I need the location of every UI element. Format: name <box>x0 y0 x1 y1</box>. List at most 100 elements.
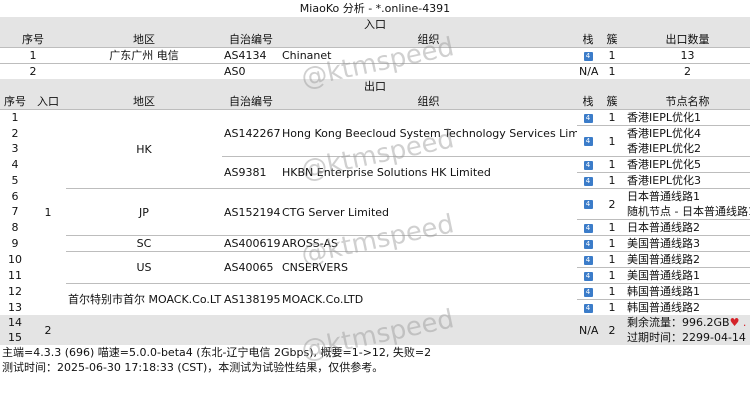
asn-cell: AS400619 <box>222 235 280 252</box>
node-index: 3 <box>11 142 19 156</box>
stack-cell: 4 <box>577 188 599 220</box>
footer-test-time: 测试时间：2025-06-30 17:18:33 (CST)，本测试为试验性结果… <box>2 361 384 374</box>
ipv4-badge-icon: 4 <box>583 255 593 265</box>
asn-cell <box>222 315 280 345</box>
node-name: 美国普通线路2 <box>625 251 750 268</box>
inbound-section-label: 入口 <box>0 17 750 32</box>
org-cell: HKBN Enterprise Solutions HK Limited <box>280 156 577 189</box>
inbound-col-asn: 自治编号 <box>229 33 273 46</box>
stack-cell: 4 <box>577 283 599 300</box>
asn-cell: AS138195 <box>222 283 280 315</box>
node-name: 美国普通线路1 <box>625 267 750 284</box>
ipv4-badge-icon: 4 <box>583 223 593 233</box>
cluster-cell: 1 <box>599 219 625 236</box>
node-name: 随机节点 - 日本普通线路1 <box>627 205 750 218</box>
stack-cell: 4 <box>577 156 599 173</box>
entry-cell: 1 <box>44 206 52 219</box>
outbound-header-row: 序号 入口 地区 自治编号 组织 栈 簇 节点名称 <box>0 94 750 110</box>
node-index: 1 <box>11 111 19 125</box>
node-name: 香港IEPL优化1 <box>627 111 701 124</box>
node-name-text: 剩余流量：996.2GB <box>627 316 730 329</box>
ipv4-badge-icon: 4 <box>583 176 593 186</box>
stack-cell: 4 <box>577 125 599 157</box>
inbound-stack: 4 <box>577 48 599 64</box>
report-page: MiaoKo 分析 - *.online-4391 入口 序号 地区 自治编号 … <box>0 0 750 405</box>
node-index: 6 <box>11 189 19 203</box>
entry-cell: 2 <box>44 323 52 337</box>
org-cell: MOACK.Co.LTD <box>280 283 577 315</box>
outbound-row: 14 2 N/A 2 剩余流量：996.2GB♥ . <box>0 315 750 337</box>
cluster-cell: 1 <box>608 111 616 124</box>
node-index: 4 <box>11 158 19 171</box>
outbound-col-org: 组织 <box>417 95 440 108</box>
asn-cell: AS152194 <box>222 188 280 236</box>
outbound-col-entry: 入口 <box>37 95 59 108</box>
node-index: 13 <box>8 300 22 314</box>
region-cell: 首尔特别市首尔 MOACK.Co.LTD <box>66 283 222 315</box>
ipv4-badge-icon: 4 <box>583 271 593 281</box>
asn-cell: AS9381 <box>222 156 280 189</box>
node-name: 过期时间：2299-04-14 <box>627 331 746 344</box>
cluster-cell: 1 <box>599 251 625 268</box>
inbound-org: Chinanet <box>282 49 332 62</box>
ipv4-badge-icon: 4 <box>583 287 593 297</box>
node-name: 香港IEPL优化3 <box>625 172 750 189</box>
node-index: 2 <box>11 126 19 140</box>
region-cell: JP <box>66 188 222 236</box>
node-index: 14 <box>8 316 22 329</box>
node-name: 香港IEPL优化4 <box>625 125 750 141</box>
cluster-cell: 2 <box>599 188 625 220</box>
inbound-col-org: 组织 <box>417 33 440 46</box>
inbound-region <box>66 64 222 80</box>
node-name: 日本普通线路2 <box>625 219 750 236</box>
node-index: 10 <box>8 253 22 266</box>
inbound-col-cluster: 簇 <box>606 33 618 46</box>
inbound-org <box>280 64 577 80</box>
inbound-index: 1 <box>29 49 37 62</box>
outbound-col-node-name: 节点名称 <box>665 95 710 108</box>
ipv4-badge-icon: 4 <box>583 137 593 146</box>
outbound-table: 序号 入口 地区 自治编号 组织 栈 簇 节点名称 1 1 HK AS14226… <box>0 94 750 345</box>
outbound-row: 1 1 HK AS142267 Hong Kong Beecloud Syste… <box>0 110 750 219</box>
outbound-row: 6 JP AS152194 CTG Server Limited 4 2 日本普… <box>0 188 750 236</box>
node-name: 日本普通线路1 <box>625 188 750 204</box>
node-name: 剩余流量：996.2GB♥ . <box>625 315 750 330</box>
outbound-row: 9 SC AS400619 AROSS-AS 4 1 美国普通线路3 <box>0 235 750 252</box>
node-index: 15 <box>8 331 22 344</box>
node-index: 9 <box>11 237 19 250</box>
inbound-asn: AS4134 <box>224 49 267 62</box>
outbound-section-label: 出口 <box>0 79 750 94</box>
outbound-col-index: 序号 <box>4 95 26 108</box>
ipv4-badge-icon: 4 <box>583 303 593 313</box>
cluster-cell: 1 <box>599 235 625 252</box>
region-cell: SC <box>66 235 222 252</box>
stack-cell: 4 <box>577 299 599 315</box>
region-cell: HK <box>136 142 152 156</box>
outbound-col-stack: 栈 <box>582 95 594 108</box>
cluster-cell: 1 <box>599 172 625 189</box>
asn-cell: AS142267 <box>224 126 280 140</box>
org-cell: CTG Server Limited <box>280 188 577 236</box>
node-name: 香港IEPL优化2 <box>627 142 701 155</box>
stack-cell: 4 <box>577 110 599 126</box>
inbound-region: 广东广州 电信 <box>109 49 179 62</box>
report-title: MiaoKo 分析 - *.online-4391 <box>299 2 451 15</box>
outbound-row: 12 首尔特别市首尔 MOACK.Co.LTD AS138195 MOACK.C… <box>0 283 750 315</box>
inbound-index: 2 <box>29 65 37 78</box>
outbound-col-cluster: 簇 <box>606 95 618 108</box>
asn-cell: AS40065 <box>222 251 280 284</box>
node-index: 11 <box>8 269 22 282</box>
heart-icon: ♥ . <box>729 316 747 329</box>
node-index: 8 <box>11 221 19 234</box>
org-cell: AROSS-AS <box>280 235 577 252</box>
inbound-stack: N/A <box>579 65 599 78</box>
inbound-exit-count: 13 <box>680 49 695 62</box>
inbound-exit-count: 2 <box>684 65 691 78</box>
cluster-cell: 1 <box>599 283 625 300</box>
inbound-cluster: 1 <box>608 49 616 62</box>
outbound-row: 10 US AS40065 CNSERVERS 4 1 美国普通线路2 <box>0 251 750 284</box>
node-index: 12 <box>8 285 22 298</box>
node-index: 7 <box>11 205 19 219</box>
outbound-col-asn: 自治编号 <box>229 95 273 108</box>
ipv4-badge-icon: 4 <box>583 200 593 209</box>
